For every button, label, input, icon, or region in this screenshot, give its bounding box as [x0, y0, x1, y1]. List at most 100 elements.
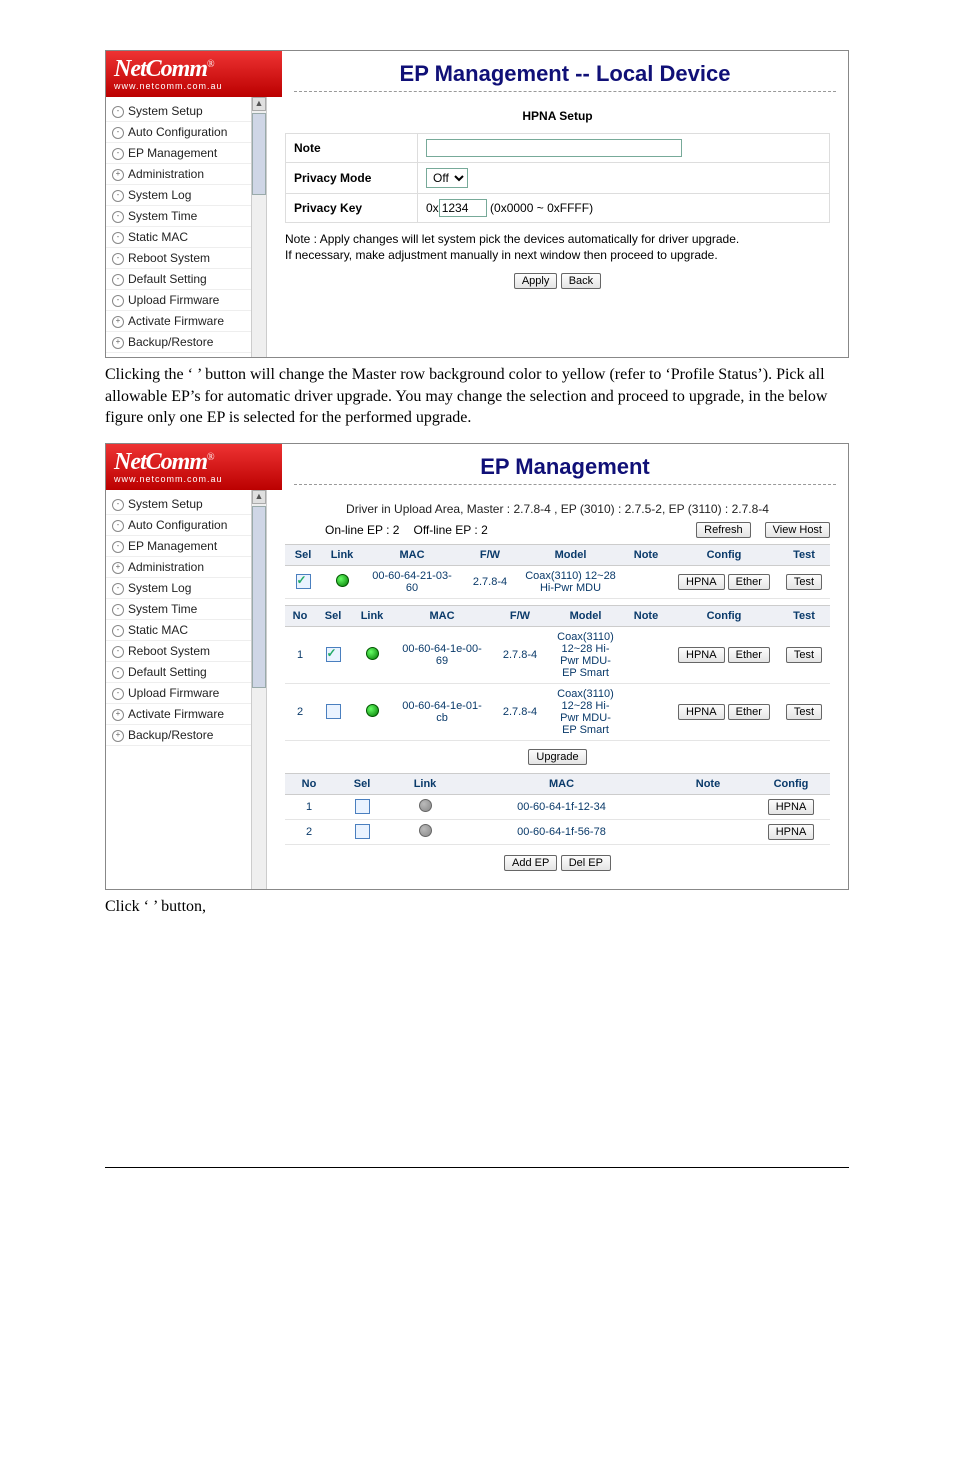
screenshot-ep-management: NetComm® www.netcomm.com.au EP Managemen…	[105, 443, 849, 890]
nav-administration[interactable]: +Administration	[106, 557, 266, 578]
hpna-button[interactable]: HPNA	[678, 704, 725, 720]
col-sel: Sel	[333, 773, 391, 794]
offline-table: No Sel Link MAC Note Config 1 00-60-64-1…	[285, 773, 830, 845]
note-cell	[622, 626, 670, 683]
offline-row: 1 00-60-64-1f-12-34 HPNA	[285, 794, 830, 819]
ether-button[interactable]: Ether	[728, 647, 770, 663]
offline-row: 2 00-60-64-1f-56-78 HPNA	[285, 819, 830, 844]
sel-checkbox[interactable]	[355, 799, 370, 814]
col-fw: F/W	[461, 544, 519, 565]
upgrade-button[interactable]: Upgrade	[528, 749, 586, 765]
screenshot-local-device: NetComm® www.netcomm.com.au EP Managemen…	[105, 50, 849, 358]
col-test: Test	[778, 605, 830, 626]
hpna-button[interactable]: HPNA	[678, 574, 725, 590]
test-button[interactable]: Test	[786, 704, 822, 720]
fw-cell: 2.7.8-4	[491, 683, 549, 740]
link-led-icon	[366, 704, 379, 717]
nav-ep-management[interactable]: -EP Management	[106, 143, 266, 164]
col-no: No	[285, 605, 315, 626]
hpna-button[interactable]: HPNA	[678, 647, 725, 663]
link-led-icon	[336, 574, 349, 587]
model-cell: Coax(3110) 12~28 Hi-Pwr MDU-EP Smart	[549, 626, 622, 683]
view-host-button[interactable]: View Host	[765, 522, 830, 538]
nav-upload-firmware[interactable]: -Upload Firmware	[106, 290, 266, 311]
section-heading: HPNA Setup	[285, 109, 830, 123]
brand-tagline: www.netcomm.com.au	[114, 81, 274, 91]
master-table: Sel Link MAC F/W Model Note Config Test …	[285, 544, 830, 599]
ether-button[interactable]: Ether	[728, 574, 770, 590]
nav-activate-firmware[interactable]: +Activate Firmware	[106, 311, 266, 332]
sidebar-scrollbar[interactable]: ▲	[251, 97, 266, 357]
scroll-up-icon[interactable]: ▲	[252, 490, 266, 504]
privacy-key-label: Privacy Key	[286, 194, 418, 223]
note-cell	[664, 819, 752, 844]
nav-administration[interactable]: +Administration	[106, 164, 266, 185]
privacy-key-input[interactable]	[439, 199, 487, 217]
nav-activate-firmware[interactable]: +Activate Firmware	[106, 704, 266, 725]
doc-paragraph-2: Click ‘ ’ button,	[105, 896, 849, 918]
add-ep-button[interactable]: Add EP	[504, 855, 557, 871]
scroll-thumb[interactable]	[252, 506, 266, 688]
mac-cell: 00-60-64-1f-56-78	[459, 819, 664, 844]
offline-ep-count: Off-line EP : 2	[413, 523, 487, 537]
nav-ep-management[interactable]: -EP Management	[106, 536, 266, 557]
nav-upload-firmware[interactable]: -Upload Firmware	[106, 683, 266, 704]
online-ep-count: On-line EP : 2	[325, 523, 399, 537]
nav-static-mac[interactable]: -Static MAC	[106, 227, 266, 248]
nav-backup-restore[interactable]: +Backup/Restore	[106, 725, 266, 746]
col-link: Link	[321, 544, 363, 565]
link-led-icon	[366, 647, 379, 660]
test-button[interactable]: Test	[786, 574, 822, 590]
nav-system-time[interactable]: -System Time	[106, 599, 266, 620]
nav-reboot-system[interactable]: -Reboot System	[106, 248, 266, 269]
nav-reboot-system[interactable]: -Reboot System	[106, 641, 266, 662]
nav-system-setup[interactable]: -System Setup	[106, 494, 266, 515]
privacy-mode-select[interactable]: Off	[426, 168, 468, 188]
test-button[interactable]: Test	[786, 647, 822, 663]
back-button[interactable]: Back	[561, 273, 601, 289]
master-row: 00-60-64-21-03-60 2.7.8-4 Coax(3110) 12~…	[285, 565, 830, 598]
mac-cell: 00-60-64-21-03-60	[363, 565, 461, 598]
nav-backup-restore[interactable]: +Backup/Restore	[106, 332, 266, 353]
link-led-icon	[419, 824, 432, 837]
no-cell: 1	[285, 794, 333, 819]
col-model: Model	[549, 605, 622, 626]
model-cell: Coax(3110) 12~28 Hi-Pwr MDU	[519, 565, 622, 598]
nav-default-setting[interactable]: -Default Setting	[106, 269, 266, 290]
col-sel: Sel	[285, 544, 321, 565]
nav-static-mac[interactable]: -Static MAC	[106, 620, 266, 641]
nav-auto-configuration[interactable]: -Auto Configuration	[106, 122, 266, 143]
mac-cell: 00-60-64-1e-01-cb	[393, 683, 491, 740]
ether-button[interactable]: Ether	[728, 704, 770, 720]
col-fw: F/W	[491, 605, 549, 626]
col-test: Test	[778, 544, 830, 565]
nav-default-setting[interactable]: -Default Setting	[106, 662, 266, 683]
no-cell: 2	[285, 819, 333, 844]
sidebar-nav: -System Setup -Auto Configuration -EP Ma…	[106, 490, 267, 889]
sel-checkbox[interactable]	[296, 574, 311, 589]
sel-checkbox[interactable]	[355, 824, 370, 839]
scroll-up-icon[interactable]: ▲	[252, 97, 266, 111]
sidebar-nav: -System Setup -Auto Configuration -EP Ma…	[106, 97, 267, 357]
note-label: Note	[286, 134, 418, 163]
sidebar-scrollbar[interactable]: ▲	[251, 490, 266, 889]
nav-auto-configuration[interactable]: -Auto Configuration	[106, 515, 266, 536]
sel-checkbox[interactable]	[326, 647, 341, 662]
nav-system-log[interactable]: -System Log	[106, 185, 266, 206]
scroll-thumb[interactable]	[252, 113, 266, 195]
del-ep-button[interactable]: Del EP	[561, 855, 611, 871]
apply-note-line1: Note : Apply changes will let system pic…	[285, 232, 739, 246]
nav-system-log[interactable]: -System Log	[106, 578, 266, 599]
hpna-button[interactable]: HPNA	[768, 824, 815, 840]
brand-tagline: www.netcomm.com.au	[114, 474, 274, 484]
col-config: Config	[752, 773, 830, 794]
sel-checkbox[interactable]	[326, 704, 341, 719]
apply-button[interactable]: Apply	[514, 273, 558, 289]
no-cell: 1	[285, 626, 315, 683]
hpna-button[interactable]: HPNA	[768, 799, 815, 815]
nav-system-time[interactable]: -System Time	[106, 206, 266, 227]
nav-system-setup[interactable]: -System Setup	[106, 101, 266, 122]
col-mac: MAC	[459, 773, 664, 794]
note-input[interactable]	[426, 139, 682, 157]
refresh-button[interactable]: Refresh	[696, 522, 751, 538]
